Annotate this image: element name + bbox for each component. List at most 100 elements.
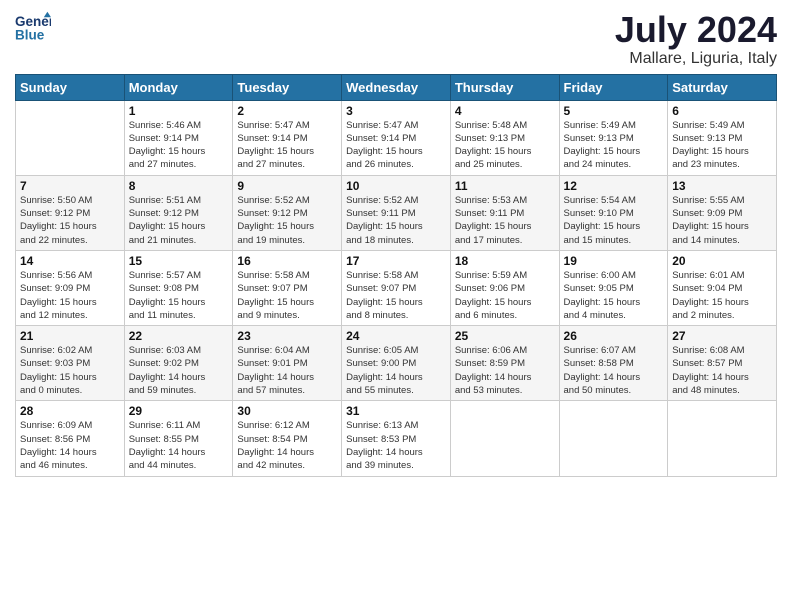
day-number: 11 bbox=[455, 179, 555, 193]
day-info: Sunrise: 6:05 AM Sunset: 9:00 PM Dayligh… bbox=[346, 344, 446, 397]
day-info: Sunrise: 6:12 AM Sunset: 8:54 PM Dayligh… bbox=[237, 419, 337, 472]
calendar-week-row: 28Sunrise: 6:09 AM Sunset: 8:56 PM Dayli… bbox=[16, 401, 777, 476]
table-row: 13Sunrise: 5:55 AM Sunset: 9:09 PM Dayli… bbox=[668, 175, 777, 250]
day-number: 30 bbox=[237, 404, 337, 418]
day-info: Sunrise: 5:57 AM Sunset: 9:08 PM Dayligh… bbox=[129, 269, 229, 322]
day-number: 13 bbox=[672, 179, 772, 193]
day-number: 29 bbox=[129, 404, 229, 418]
day-number: 3 bbox=[346, 104, 446, 118]
day-info: Sunrise: 6:03 AM Sunset: 9:02 PM Dayligh… bbox=[129, 344, 229, 397]
day-number: 4 bbox=[455, 104, 555, 118]
day-info: Sunrise: 6:00 AM Sunset: 9:05 PM Dayligh… bbox=[564, 269, 664, 322]
table-row: 4Sunrise: 5:48 AM Sunset: 9:13 PM Daylig… bbox=[450, 100, 559, 175]
day-number: 19 bbox=[564, 254, 664, 268]
day-info: Sunrise: 5:58 AM Sunset: 9:07 PM Dayligh… bbox=[346, 269, 446, 322]
table-row: 21Sunrise: 6:02 AM Sunset: 9:03 PM Dayli… bbox=[16, 326, 125, 401]
day-number: 7 bbox=[20, 179, 120, 193]
day-info: Sunrise: 6:13 AM Sunset: 8:53 PM Dayligh… bbox=[346, 419, 446, 472]
day-info: Sunrise: 5:47 AM Sunset: 9:14 PM Dayligh… bbox=[237, 119, 337, 172]
calendar-header-row: Sunday Monday Tuesday Wednesday Thursday… bbox=[16, 74, 777, 100]
table-row: 19Sunrise: 6:00 AM Sunset: 9:05 PM Dayli… bbox=[559, 250, 668, 325]
table-row bbox=[668, 401, 777, 476]
table-row: 24Sunrise: 6:05 AM Sunset: 9:00 PM Dayli… bbox=[342, 326, 451, 401]
col-wednesday: Wednesday bbox=[342, 74, 451, 100]
table-row: 20Sunrise: 6:01 AM Sunset: 9:04 PM Dayli… bbox=[668, 250, 777, 325]
table-row bbox=[16, 100, 125, 175]
table-row: 9Sunrise: 5:52 AM Sunset: 9:12 PM Daylig… bbox=[233, 175, 342, 250]
day-info: Sunrise: 5:46 AM Sunset: 9:14 PM Dayligh… bbox=[129, 119, 229, 172]
day-number: 8 bbox=[129, 179, 229, 193]
table-row: 1Sunrise: 5:46 AM Sunset: 9:14 PM Daylig… bbox=[124, 100, 233, 175]
day-number: 20 bbox=[672, 254, 772, 268]
day-number: 16 bbox=[237, 254, 337, 268]
table-row: 5Sunrise: 5:49 AM Sunset: 9:13 PM Daylig… bbox=[559, 100, 668, 175]
day-info: Sunrise: 6:01 AM Sunset: 9:04 PM Dayligh… bbox=[672, 269, 772, 322]
table-row: 12Sunrise: 5:54 AM Sunset: 9:10 PM Dayli… bbox=[559, 175, 668, 250]
table-row: 8Sunrise: 5:51 AM Sunset: 9:12 PM Daylig… bbox=[124, 175, 233, 250]
col-saturday: Saturday bbox=[668, 74, 777, 100]
day-info: Sunrise: 5:56 AM Sunset: 9:09 PM Dayligh… bbox=[20, 269, 120, 322]
table-row: 31Sunrise: 6:13 AM Sunset: 8:53 PM Dayli… bbox=[342, 401, 451, 476]
day-info: Sunrise: 5:58 AM Sunset: 9:07 PM Dayligh… bbox=[237, 269, 337, 322]
day-info: Sunrise: 5:52 AM Sunset: 9:11 PM Dayligh… bbox=[346, 194, 446, 247]
col-tuesday: Tuesday bbox=[233, 74, 342, 100]
day-info: Sunrise: 6:06 AM Sunset: 8:59 PM Dayligh… bbox=[455, 344, 555, 397]
table-row: 22Sunrise: 6:03 AM Sunset: 9:02 PM Dayli… bbox=[124, 326, 233, 401]
table-row: 18Sunrise: 5:59 AM Sunset: 9:06 PM Dayli… bbox=[450, 250, 559, 325]
calendar-week-row: 7Sunrise: 5:50 AM Sunset: 9:12 PM Daylig… bbox=[16, 175, 777, 250]
page: General Blue July 2024 Mallare, Liguria,… bbox=[0, 0, 792, 612]
day-number: 18 bbox=[455, 254, 555, 268]
calendar-week-row: 21Sunrise: 6:02 AM Sunset: 9:03 PM Dayli… bbox=[16, 326, 777, 401]
table-row bbox=[559, 401, 668, 476]
table-row bbox=[450, 401, 559, 476]
logo: General Blue bbox=[15, 10, 51, 46]
day-number: 10 bbox=[346, 179, 446, 193]
title-block: July 2024 Mallare, Liguria, Italy bbox=[615, 10, 777, 68]
table-row: 30Sunrise: 6:12 AM Sunset: 8:54 PM Dayli… bbox=[233, 401, 342, 476]
day-info: Sunrise: 5:47 AM Sunset: 9:14 PM Dayligh… bbox=[346, 119, 446, 172]
day-number: 5 bbox=[564, 104, 664, 118]
table-row: 11Sunrise: 5:53 AM Sunset: 9:11 PM Dayli… bbox=[450, 175, 559, 250]
day-info: Sunrise: 5:51 AM Sunset: 9:12 PM Dayligh… bbox=[129, 194, 229, 247]
day-number: 12 bbox=[564, 179, 664, 193]
table-row: 17Sunrise: 5:58 AM Sunset: 9:07 PM Dayli… bbox=[342, 250, 451, 325]
day-number: 14 bbox=[20, 254, 120, 268]
col-sunday: Sunday bbox=[16, 74, 125, 100]
day-info: Sunrise: 6:11 AM Sunset: 8:55 PM Dayligh… bbox=[129, 419, 229, 472]
day-info: Sunrise: 5:59 AM Sunset: 9:06 PM Dayligh… bbox=[455, 269, 555, 322]
table-row: 7Sunrise: 5:50 AM Sunset: 9:12 PM Daylig… bbox=[16, 175, 125, 250]
day-info: Sunrise: 5:49 AM Sunset: 9:13 PM Dayligh… bbox=[672, 119, 772, 172]
table-row: 27Sunrise: 6:08 AM Sunset: 8:57 PM Dayli… bbox=[668, 326, 777, 401]
day-number: 24 bbox=[346, 329, 446, 343]
table-row: 14Sunrise: 5:56 AM Sunset: 9:09 PM Dayli… bbox=[16, 250, 125, 325]
col-monday: Monday bbox=[124, 74, 233, 100]
col-friday: Friday bbox=[559, 74, 668, 100]
day-number: 22 bbox=[129, 329, 229, 343]
day-info: Sunrise: 6:02 AM Sunset: 9:03 PM Dayligh… bbox=[20, 344, 120, 397]
day-info: Sunrise: 5:49 AM Sunset: 9:13 PM Dayligh… bbox=[564, 119, 664, 172]
table-row: 26Sunrise: 6:07 AM Sunset: 8:58 PM Dayli… bbox=[559, 326, 668, 401]
svg-text:Blue: Blue bbox=[15, 28, 45, 43]
logo-icon: General Blue bbox=[15, 10, 51, 46]
day-number: 27 bbox=[672, 329, 772, 343]
table-row: 15Sunrise: 5:57 AM Sunset: 9:08 PM Dayli… bbox=[124, 250, 233, 325]
table-row: 29Sunrise: 6:11 AM Sunset: 8:55 PM Dayli… bbox=[124, 401, 233, 476]
table-row: 28Sunrise: 6:09 AM Sunset: 8:56 PM Dayli… bbox=[16, 401, 125, 476]
main-title: July 2024 bbox=[615, 10, 777, 50]
table-row: 2Sunrise: 5:47 AM Sunset: 9:14 PM Daylig… bbox=[233, 100, 342, 175]
day-number: 9 bbox=[237, 179, 337, 193]
day-number: 1 bbox=[129, 104, 229, 118]
day-info: Sunrise: 6:09 AM Sunset: 8:56 PM Dayligh… bbox=[20, 419, 120, 472]
calendar-week-row: 14Sunrise: 5:56 AM Sunset: 9:09 PM Dayli… bbox=[16, 250, 777, 325]
day-number: 17 bbox=[346, 254, 446, 268]
day-number: 28 bbox=[20, 404, 120, 418]
day-info: Sunrise: 6:07 AM Sunset: 8:58 PM Dayligh… bbox=[564, 344, 664, 397]
day-info: Sunrise: 5:55 AM Sunset: 9:09 PM Dayligh… bbox=[672, 194, 772, 247]
day-number: 6 bbox=[672, 104, 772, 118]
day-info: Sunrise: 5:48 AM Sunset: 9:13 PM Dayligh… bbox=[455, 119, 555, 172]
day-number: 25 bbox=[455, 329, 555, 343]
day-number: 26 bbox=[564, 329, 664, 343]
day-info: Sunrise: 6:08 AM Sunset: 8:57 PM Dayligh… bbox=[672, 344, 772, 397]
day-info: Sunrise: 6:04 AM Sunset: 9:01 PM Dayligh… bbox=[237, 344, 337, 397]
table-row: 23Sunrise: 6:04 AM Sunset: 9:01 PM Dayli… bbox=[233, 326, 342, 401]
